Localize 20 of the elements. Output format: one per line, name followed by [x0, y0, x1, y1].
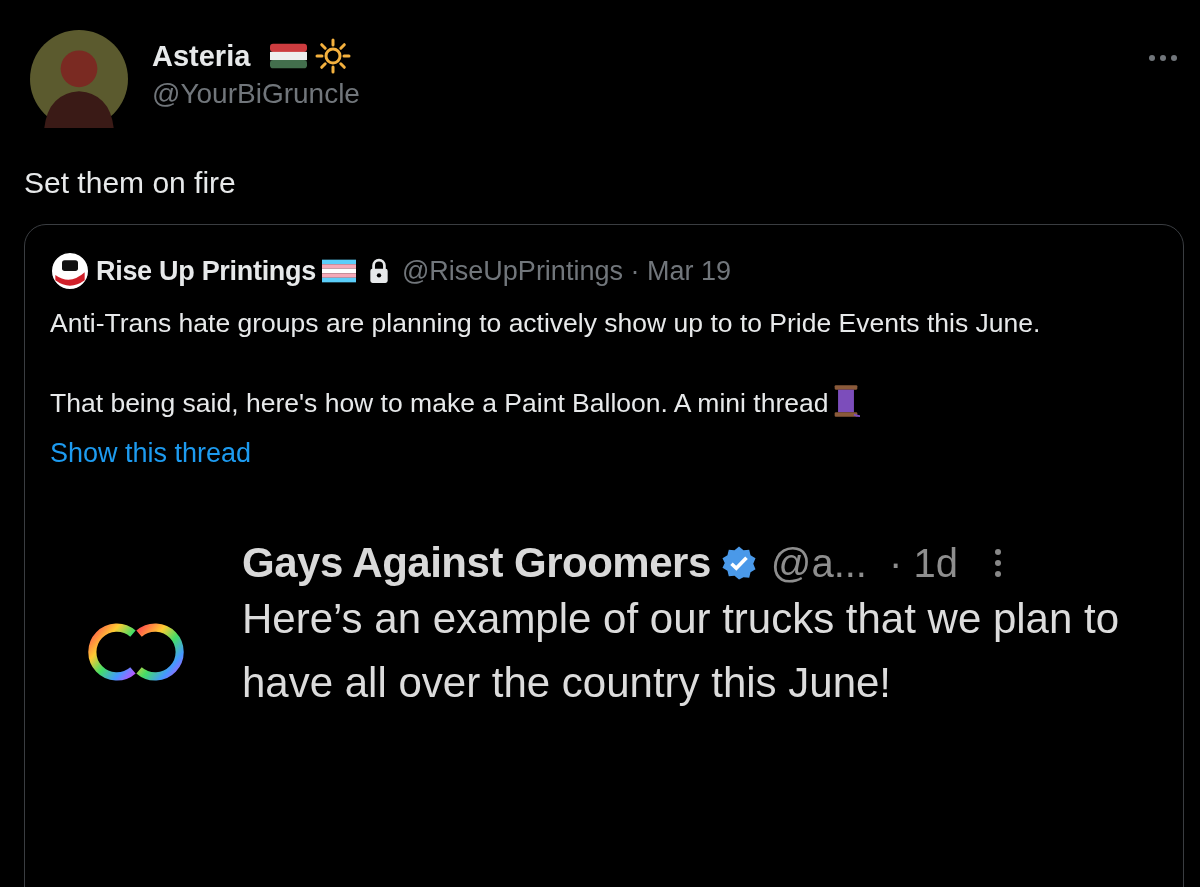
more-icon[interactable]: [1148, 54, 1178, 62]
user-handle: @a...: [770, 540, 867, 586]
spool-icon: [832, 384, 861, 418]
post-time: · 1d: [889, 540, 958, 586]
quoted-post-card[interactable]: [24, 224, 1184, 887]
post-meta: @RiseUpPrintings · Mar 19: [401, 255, 731, 287]
user-handle[interactable]: @YourBiGruncle: [152, 78, 360, 110]
display-name[interactable]: Asteria: [152, 39, 251, 73]
avatar[interactable]: [50, 251, 90, 291]
quoted-post-text: That being said, here's how to make a Paint Balloon. A mini thread: [50, 383, 1159, 423]
display-name: Gays Against Groomers: [242, 539, 711, 587]
show-thread-link[interactable]: Show this thread: [50, 433, 252, 473]
flag-icon: [321, 259, 356, 283]
embedded-post-text: Here’s an example of our trucks that we plan to have all over the country this June!: [242, 594, 1121, 708]
more-icon: [993, 548, 1002, 578]
sun-icon: [315, 38, 352, 74]
post-text: Set them on fire: [24, 166, 237, 200]
display-name[interactable]: Rise Up Printings: [96, 255, 316, 287]
flag-icon: [270, 43, 308, 69]
quoted-post-text: Anti-Trans hate groups are planning to actively show up to to Pride Events this June.: [50, 307, 1042, 340]
